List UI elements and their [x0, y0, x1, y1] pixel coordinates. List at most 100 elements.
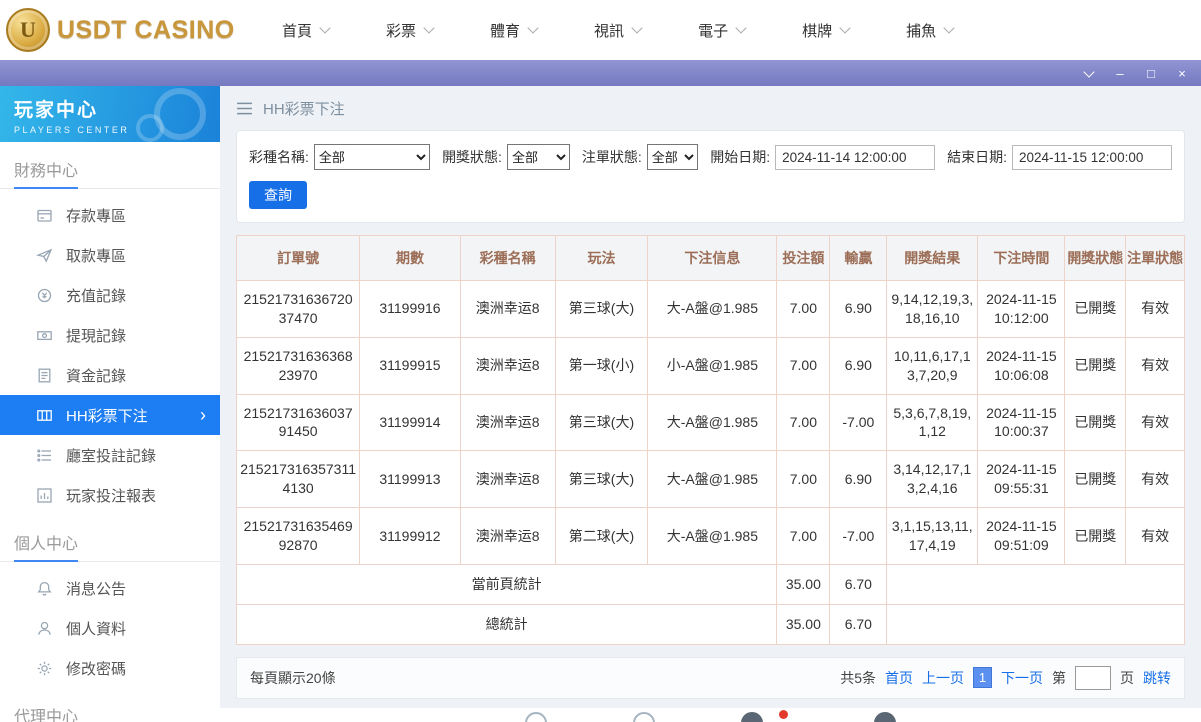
ticket-icon: [37, 409, 52, 421]
cell-win-loss: 6.90: [829, 450, 888, 509]
cell-play-type: 第二球(大): [554, 507, 649, 565]
cell-bet-time: 2024-11-15 10:12:00: [977, 280, 1066, 338]
sidebar-item-announcements[interactable]: 消息公告: [0, 568, 220, 608]
prev-page-link[interactable]: 上一页: [922, 668, 964, 688]
cell-win-loss: 6.90: [829, 280, 888, 338]
cell-draw-status: 已開獎: [1064, 507, 1127, 565]
order-status-select[interactable]: 全部: [646, 144, 699, 170]
chevron-down-icon: [735, 22, 747, 34]
order-status-label: 注單狀態:: [581, 149, 642, 165]
col-play-type: 玩法: [554, 235, 649, 281]
sidebar-item-label: HH彩票下注: [66, 407, 148, 425]
lottery-name-label: 彩種名稱:: [249, 149, 309, 165]
bets-table: 訂單號 期數 彩種名稱 玩法 下注信息 投注額 輸贏 開獎結果 下注時間 開獎狀…: [235, 235, 1185, 645]
list-icon: [37, 448, 51, 462]
menu-icon[interactable]: [236, 102, 253, 115]
draw-status-label: 開獎狀態:: [442, 149, 502, 165]
cell-bet-info: 大-A盤@1.985: [647, 280, 778, 338]
search-button[interactable]: 查詢: [249, 181, 307, 209]
table-row: 2152173163636823970 31199915 澳洲幸运8 第一球(小…: [235, 336, 1185, 395]
coin-logo-icon: U: [6, 8, 50, 52]
per-page-label: 每頁顯示20條: [250, 669, 336, 686]
chevron-down-icon: [1083, 65, 1095, 78]
breadcrumb-bar: HH彩票下注: [236, 86, 1185, 130]
col-bet-time: 下注時間: [977, 235, 1066, 281]
section-label: 代理中心: [14, 709, 79, 722]
maximize-button[interactable]: □: [1144, 67, 1158, 80]
nav-item-lottery[interactable]: 彩票: [386, 20, 435, 41]
sidebar-item-label: 充值記錄: [66, 287, 127, 305]
col-bet-info: 下注信息: [647, 235, 778, 281]
cell-play-type: 第三球(大): [554, 393, 649, 452]
nav-label: 彩票: [386, 22, 417, 40]
cell-order-status: 有效: [1125, 393, 1185, 452]
main-nav: 首頁 彩票 體育 視訊 電子 棋牌 捕魚: [282, 20, 955, 41]
col-bet-amount: 投注額: [776, 235, 831, 281]
sidebar-item-profile[interactable]: 個人資料: [0, 608, 220, 648]
col-lottery-name: 彩種名稱: [459, 235, 556, 281]
cell-period: 31199912: [359, 507, 461, 565]
top-navigation: U USDT CASINO 首頁 彩票 體育 視訊 電子 棋牌 捕魚: [0, 0, 1201, 60]
nav-item-home[interactable]: 首頁: [282, 20, 331, 41]
first-page-link[interactable]: 首页: [885, 668, 913, 688]
content-area: HH彩票下注 彩種名稱: 全部 開獎狀態: 全部 注單狀態: 全部 開始日期: …: [220, 86, 1201, 722]
total-summary-empty: [886, 603, 1185, 645]
start-date-input[interactable]: [775, 144, 936, 170]
current-page[interactable]: 1: [973, 667, 992, 689]
nav-item-slots[interactable]: 電子: [698, 20, 747, 41]
minimize-button[interactable]: –: [1113, 67, 1127, 80]
cell-period: 31199915: [359, 336, 461, 395]
sidebar-item-withdraw-record[interactable]: 提現記錄: [0, 315, 220, 355]
sidebar-item-fund-record[interactable]: 資金記錄: [0, 355, 220, 395]
end-date-label: 結束日期:: [947, 149, 1007, 165]
jump-button[interactable]: 跳转: [1143, 668, 1171, 688]
lottery-select[interactable]: 全部: [313, 144, 431, 170]
col-period: 期數: [359, 235, 461, 281]
draw-status-select[interactable]: 全部: [506, 144, 570, 170]
chevron-down-icon: [423, 22, 435, 34]
nav-label: 體育: [490, 22, 521, 40]
cell-bet-amount: 7.00: [776, 280, 831, 338]
nav-label: 電子: [698, 22, 729, 40]
col-order-status: 注單狀態: [1125, 235, 1185, 281]
end-date-input[interactable]: [1011, 144, 1172, 170]
collapse-button[interactable]: [1082, 65, 1096, 80]
nav-label: 棋牌: [802, 22, 833, 40]
bets-table-panel: 訂單號 期數 彩種名稱 玩法 下注信息 投注額 輸贏 開獎結果 下注時間 開獎狀…: [235, 235, 1185, 645]
contact-icon[interactable]: [874, 712, 896, 722]
nav-item-live-video[interactable]: 視訊: [594, 20, 643, 41]
total-count: 共5条: [840, 669, 876, 686]
footer-icons: [220, 708, 1201, 722]
cell-bet-amount: 7.00: [776, 336, 831, 395]
sidebar-item-hh-lottery-bets[interactable]: HH彩票下注 ›: [0, 395, 220, 435]
contact-icon[interactable]: [633, 712, 655, 722]
cell-bet-info: 大-A盤@1.985: [647, 393, 778, 452]
close-button[interactable]: ×: [1175, 67, 1189, 80]
sidebar-item-deposit[interactable]: 存款專區: [0, 195, 220, 235]
cell-lottery-name: 澳洲幸运8: [459, 336, 556, 395]
gear-icon: [37, 661, 52, 675]
cell-period: 31199914: [359, 393, 461, 452]
next-page-link[interactable]: 下一页: [1001, 668, 1043, 688]
cell-lottery-name: 澳洲幸运8: [459, 393, 556, 452]
sidebar-item-room-bet-record[interactable]: 廳室投註記錄: [0, 435, 220, 475]
sidebar-item-recharge-record[interactable]: 充值記錄: [0, 275, 220, 315]
sidebar-item-player-bet-report[interactable]: 玩家投注報表: [0, 475, 220, 515]
sidebar-item-change-password[interactable]: 修改密碼: [0, 648, 220, 688]
table-row: 2152173163573114130 31199913 澳洲幸运8 第三球(大…: [235, 450, 1185, 509]
notification-dot: [779, 710, 788, 719]
nav-item-fishing[interactable]: 捕魚: [906, 20, 955, 41]
sidebar-item-withdraw[interactable]: 取款專區: [0, 235, 220, 275]
nav-item-sports[interactable]: 體育: [490, 20, 539, 41]
cell-order-status: 有效: [1125, 450, 1185, 509]
jump-page-input[interactable]: [1075, 665, 1111, 690]
window-controls: – □ ×: [1082, 65, 1189, 80]
send-money-icon: [36, 248, 53, 263]
nav-item-board-games[interactable]: 棋牌: [802, 20, 851, 41]
contact-icon[interactable]: [741, 712, 763, 722]
sidebar-item-label: 提現記錄: [66, 327, 127, 345]
sidebar-item-label: 廳室投註記錄: [66, 447, 157, 465]
cell-lottery-name: 澳洲幸运8: [459, 280, 556, 338]
cell-draw-status: 已開獎: [1064, 450, 1127, 509]
contact-icon[interactable]: [525, 712, 547, 722]
